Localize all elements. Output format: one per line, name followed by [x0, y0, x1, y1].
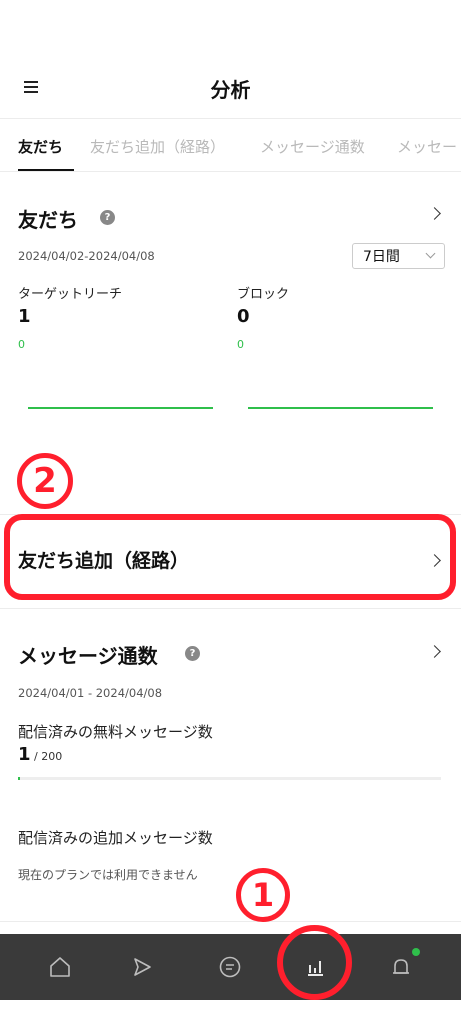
metric-block-sparkline	[248, 407, 433, 409]
free-messages-value: 1	[18, 744, 31, 765]
bottom-nav	[0, 934, 461, 1000]
friends-section: 友だち ? 2024/04/02-2024/04/08 7日間 ターゲットリーチ…	[0, 172, 461, 510]
metric-target-reach-label: ターゲットリーチ	[18, 287, 123, 302]
chat-icon[interactable]	[212, 949, 248, 985]
tab-bar: 友だち 友だち追加（経路） メッセージ通数 メッセー	[0, 118, 461, 172]
divider	[0, 608, 461, 609]
metric-block-value: 0	[237, 306, 250, 327]
tab-message-count[interactable]: メッセージ通数	[260, 136, 365, 157]
metric-block-label: ブロック	[237, 287, 290, 302]
messages-date-range: 2024/04/01 - 2024/04/08	[18, 686, 163, 700]
extra-messages-note: 現在のプランでは利用できません	[18, 868, 198, 882]
annotation-highlight-ring	[277, 925, 352, 1000]
free-messages-progress-track	[18, 777, 441, 780]
messages-title: メッセージ通数	[18, 644, 158, 668]
tab-more[interactable]: メッセー	[397, 136, 457, 157]
help-icon[interactable]: ?	[100, 210, 115, 225]
free-messages-progress-fill	[18, 777, 20, 780]
tab-add-route[interactable]: 友だち追加（経路）	[90, 136, 225, 157]
menu-icon[interactable]	[24, 81, 38, 93]
period-select-value: 7日間	[363, 249, 400, 265]
system-bottom-bar	[0, 1000, 461, 1024]
free-messages-label: 配信済みの無料メッセージ数	[18, 723, 213, 741]
annotation-highlight-frame	[4, 514, 456, 600]
notification-badge	[412, 948, 420, 956]
annotation-step-1: 1	[236, 868, 290, 922]
messages-chevron-right-icon[interactable]	[428, 645, 441, 658]
metric-block-change: 0	[237, 338, 244, 351]
page-title: 分析	[210, 77, 251, 102]
home-icon[interactable]	[42, 949, 78, 985]
help-icon[interactable]: ?	[185, 646, 200, 661]
tab-friends[interactable]: 友だち	[18, 136, 63, 157]
extra-messages-label: 配信済みの追加メッセージ数	[18, 829, 213, 847]
annotation-step-2: 2	[17, 453, 73, 509]
chevron-down-icon	[425, 248, 436, 259]
metric-target-reach-sparkline	[28, 407, 213, 409]
friends-date-range: 2024/04/02-2024/04/08	[18, 249, 155, 263]
divider	[0, 921, 461, 922]
free-messages-count: 1 / 200	[18, 744, 62, 765]
friends-title: 友だち	[18, 208, 78, 232]
status-bar-area	[0, 0, 461, 58]
app-header: 分析	[0, 58, 461, 118]
period-select[interactable]: 7日間	[352, 243, 445, 269]
metric-target-reach-change: 0	[18, 338, 25, 351]
voom-icon[interactable]	[124, 949, 160, 985]
friends-chevron-right-icon[interactable]	[428, 207, 441, 220]
metric-target-reach-value: 1	[18, 306, 31, 327]
free-messages-limit: / 200	[30, 750, 63, 763]
